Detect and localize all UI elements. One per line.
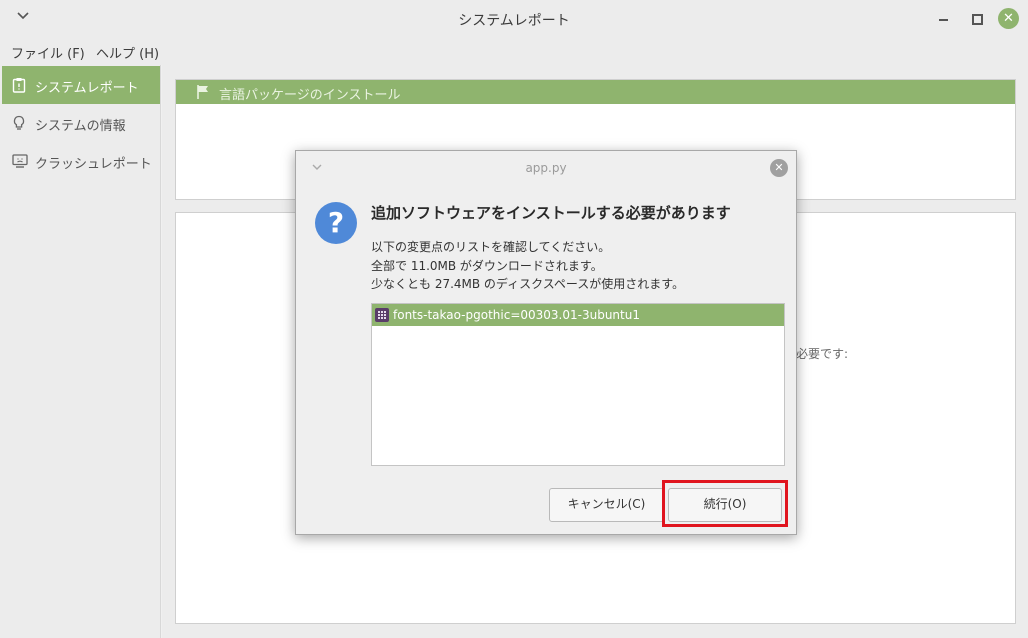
clipboard-icon (12, 77, 26, 93)
flag-icon (196, 84, 210, 100)
install-dialog: app.py ✕ ? 追加ソフトウェアをインストールする必要があります 以下の変… (295, 150, 797, 535)
package-list[interactable]: fonts-takao-pgothic=00303.01-3ubuntu1 (371, 303, 785, 466)
lightbulb-icon (12, 115, 26, 131)
menu-file[interactable]: ファイル (F) (11, 43, 85, 62)
menubar: ファイル (F) ヘルプ (H) (0, 37, 1028, 65)
monitor-icon (12, 153, 28, 169)
cancel-button[interactable]: キャンセル(C) (549, 488, 664, 522)
dialog-message-line: 少なくとも 27.4MB のディスクスペースが使用されます。 (371, 277, 685, 291)
minimize-button[interactable] (935, 9, 953, 27)
sidebar-item-label: クラッシュレポート (35, 157, 152, 172)
sidebar-item-crash-report[interactable]: クラッシュレポート (2, 142, 160, 180)
dialog-title: app.py (525, 161, 567, 175)
background-text: 必要です: (796, 347, 849, 361)
sidebar-item-system-report[interactable]: システムレポート (2, 66, 160, 104)
dialog-close-button[interactable]: ✕ (770, 159, 788, 177)
dialog-message-line: 以下の変更点のリストを確認してください。 (371, 240, 611, 254)
window-menu-chevron-icon[interactable] (13, 9, 33, 27)
language-packs-header[interactable]: 言語パッケージのインストール (176, 80, 1015, 104)
dialog-heading: 追加ソフトウェアをインストールする必要があります (371, 204, 731, 222)
sidebar-item-label: システムの情報 (35, 119, 126, 134)
menu-help[interactable]: ヘルプ (H) (96, 43, 159, 62)
question-icon: ? (315, 202, 357, 244)
sidebar-item-system-info[interactable]: システムの情報 (2, 104, 160, 142)
window-titlebar: システムレポート (0, 0, 1028, 37)
dialog-titlebar: app.py ✕ (296, 151, 796, 185)
list-item[interactable]: fonts-takao-pgothic=00303.01-3ubuntu1 (372, 304, 784, 326)
maximize-button[interactable] (967, 9, 985, 27)
sidebar-item-label: システムレポート (35, 81, 139, 96)
highlight-box (662, 480, 788, 527)
sidebar: システムレポート システムの情報 クラッシュレポート (0, 65, 161, 638)
package-name: fonts-takao-pgothic=00303.01-3ubuntu1 (393, 308, 640, 322)
dialog-message-line: 全部で 11.0MB がダウンロードされます。 (371, 259, 603, 273)
window-close-button[interactable]: ✕ (998, 8, 1019, 29)
window-title: システムレポート (458, 13, 570, 29)
language-packs-label: 言語パッケージのインストール (219, 88, 401, 103)
package-icon (375, 308, 389, 322)
